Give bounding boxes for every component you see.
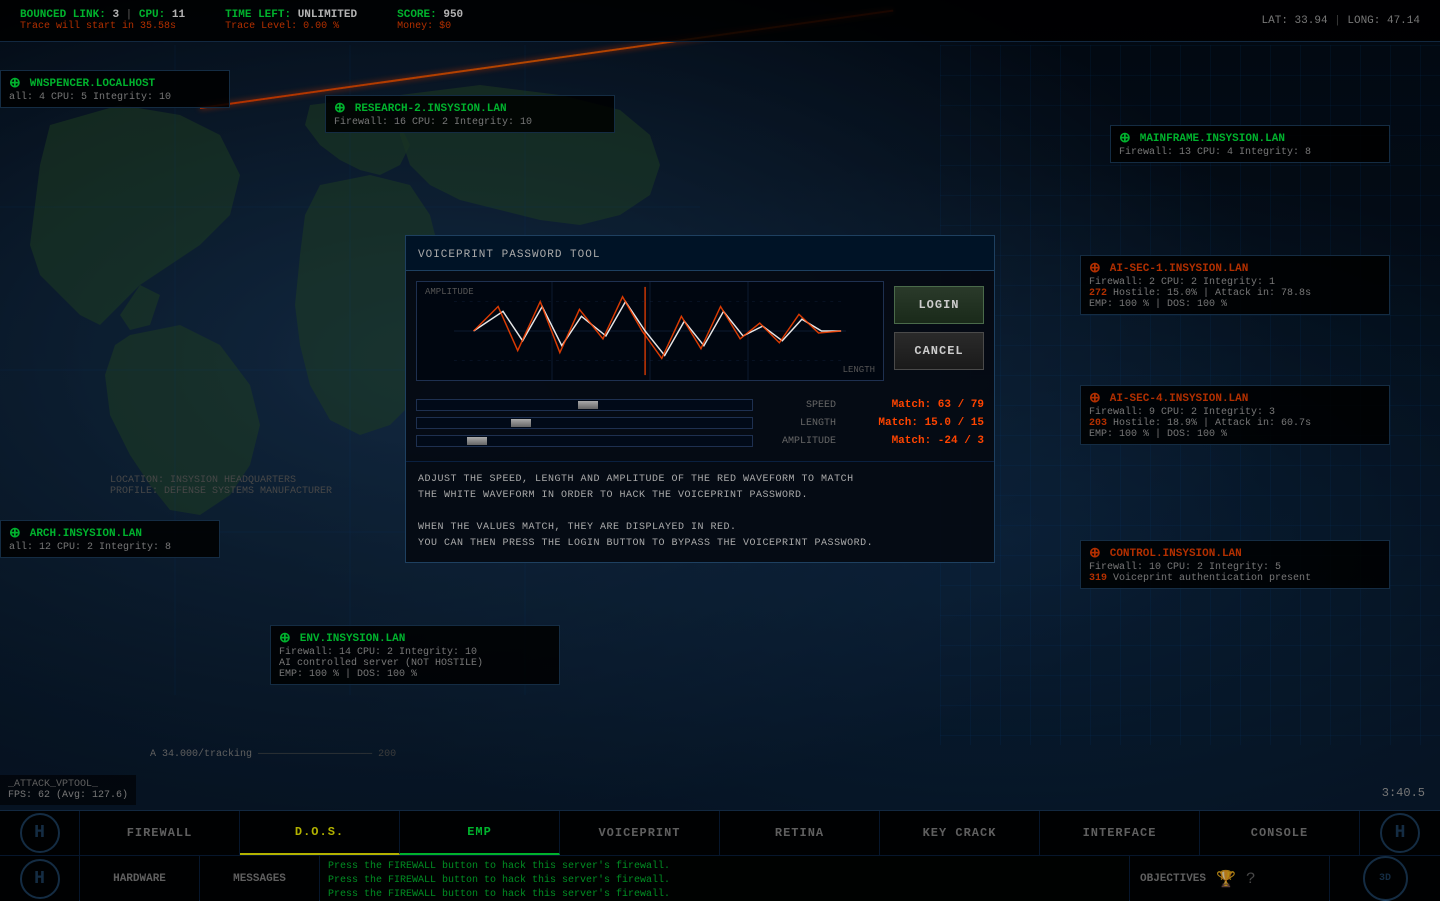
speed-slider-track[interactable] — [416, 399, 753, 411]
modal-button-group: Login Cancel — [894, 281, 984, 381]
amplitude-slider-row: Amplitude Match: -24 / 3 — [416, 435, 984, 447]
instruction-line-2: the white waveform in order to hack the … — [418, 488, 982, 504]
amplitude-slider-label: Amplitude — [761, 436, 836, 447]
waveform-display: Amplitude Length — [416, 281, 884, 381]
length-slider-track[interactable] — [416, 417, 753, 429]
length-slider-label: Length — [761, 418, 836, 429]
instructions-section: Adjust the speed, length and amplitude o… — [406, 461, 994, 562]
speed-slider-row: Speed Match: 63 / 79 — [416, 399, 984, 411]
waveform-amplitude-label: Amplitude — [425, 287, 474, 297]
speed-match-value: Match: 63 / 79 — [844, 399, 984, 411]
amplitude-slider-track[interactable] — [416, 435, 753, 447]
length-slider-handle[interactable] — [511, 419, 531, 427]
cancel-button[interactable]: Cancel — [894, 332, 984, 370]
speed-slider-handle[interactable] — [578, 401, 598, 409]
amplitude-slider-handle[interactable] — [467, 437, 487, 445]
sliders-section: Speed Match: 63 / 79 Length Match: 15.0 … — [406, 391, 994, 461]
instruction-line-3 — [418, 504, 982, 520]
voiceprint-modal: Voiceprint Password Tool Amplitude Lengt… — [405, 235, 995, 563]
length-slider-row: Length Match: 15.0 / 15 — [416, 417, 984, 429]
length-match-value: Match: 15.0 / 15 — [844, 417, 984, 429]
amplitude-match-value: Match: -24 / 3 — [844, 435, 984, 447]
modal-main-content: Amplitude Length Login Can — [406, 271, 994, 391]
instruction-line-5: You can then press the login button to b… — [418, 536, 982, 552]
instruction-line-4: When the values match, they are displaye… — [418, 520, 982, 536]
waveform-length-label: Length — [843, 365, 875, 375]
modal-title: Voiceprint Password Tool — [418, 249, 600, 261]
instruction-line-1: Adjust the speed, length and amplitude o… — [418, 472, 982, 488]
waveform-svg — [417, 282, 883, 380]
speed-slider-label: Speed — [761, 400, 836, 411]
login-button[interactable]: Login — [894, 286, 984, 324]
modal-title-bar: Voiceprint Password Tool — [406, 236, 994, 271]
